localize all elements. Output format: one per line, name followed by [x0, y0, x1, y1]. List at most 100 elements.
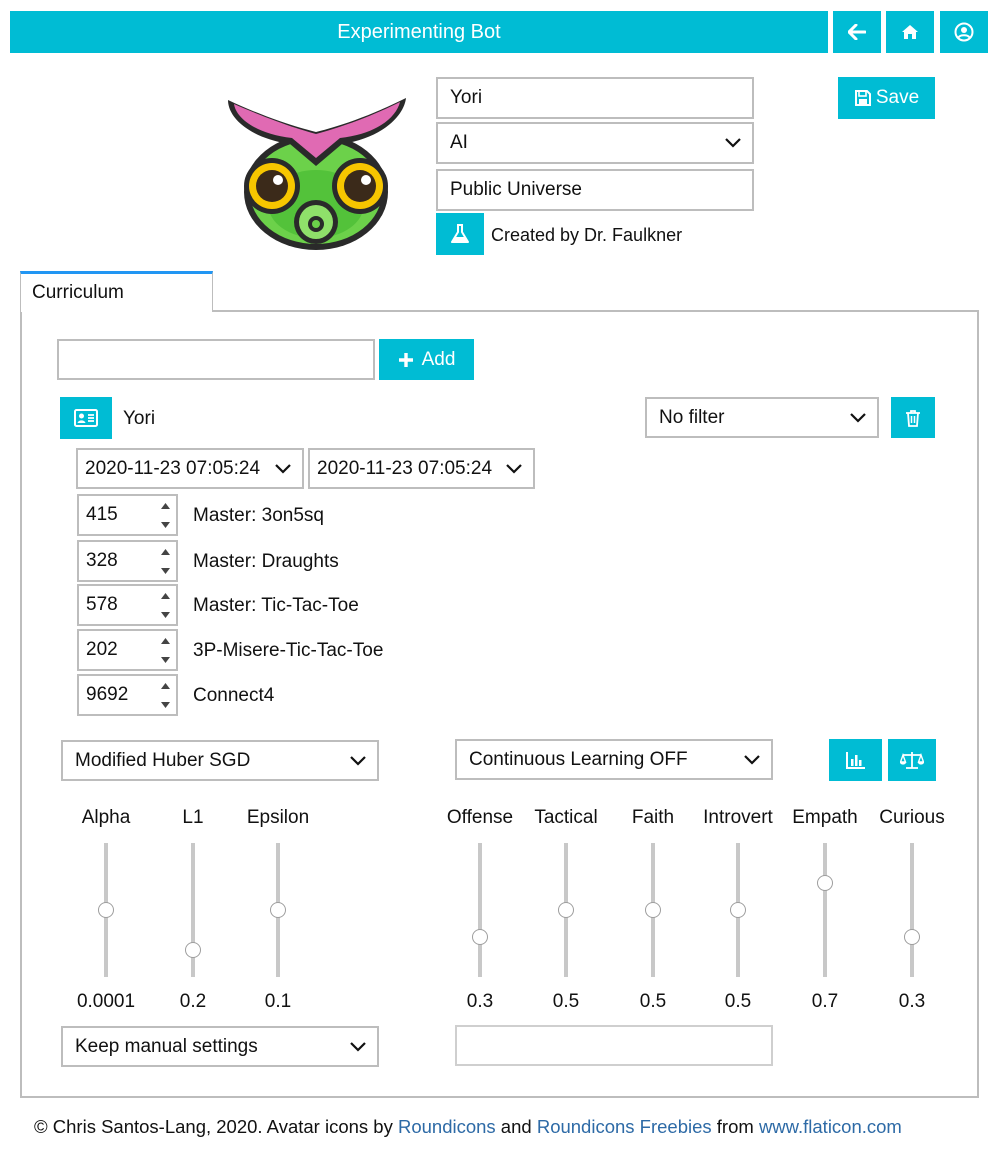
filter-select[interactable]: No filter	[645, 397, 879, 438]
stepper-down-icon[interactable]	[154, 515, 176, 534]
alpha-slider-handle[interactable]	[98, 902, 114, 918]
app-title-bar: Experimenting Bot	[10, 11, 828, 53]
introvert-slider-value: 0.5	[724, 991, 752, 1012]
footer-prefix: © Chris Santos-Lang, 2020. Avatar icons …	[34, 1116, 398, 1137]
bot-type-select[interactable]: AI	[436, 122, 754, 164]
arrow-left-icon	[848, 24, 866, 40]
balance-scale-icon	[900, 752, 924, 769]
roundicons-link[interactable]: Roundicons	[398, 1116, 496, 1137]
stepper-down-icon[interactable]	[154, 695, 176, 714]
introvert-slider-handle[interactable]	[730, 902, 746, 918]
bot-avatar	[222, 86, 412, 252]
date-to-select[interactable]: 2020-11-23 07:05:24	[308, 448, 535, 489]
plus-icon	[398, 352, 413, 367]
tab-curriculum-label: Curriculum	[32, 282, 124, 303]
bot-name-value: Yori	[450, 87, 483, 108]
date-from-select[interactable]: 2020-11-23 07:05:24	[76, 448, 304, 489]
tactical-slider-label: Tactical	[534, 807, 598, 828]
bot-card-button[interactable]	[60, 397, 112, 439]
stepper-down-icon[interactable]	[154, 650, 176, 669]
save-button[interactable]: Save	[838, 77, 935, 119]
offense-slider-handle[interactable]	[472, 928, 488, 945]
curious-slider-value: 0.3	[898, 991, 926, 1012]
stepper-down-icon[interactable]	[154, 605, 176, 624]
chevron-down-icon	[849, 409, 867, 427]
tactical-slider-handle[interactable]	[558, 902, 574, 918]
universe-value: Public Universe	[450, 179, 582, 200]
game-label: Connect4	[193, 685, 275, 706]
game-score-stepper[interactable]: 9692	[77, 674, 178, 716]
chevron-down-icon	[743, 751, 761, 769]
flaticon-link[interactable]: www.flaticon.com	[759, 1116, 902, 1137]
bot-name-field[interactable]: Yori	[436, 77, 754, 119]
roundicons-freebies-link[interactable]: Roundicons Freebies	[537, 1116, 712, 1137]
game-score-stepper[interactable]: 202	[77, 629, 178, 671]
epsilon-slider-handle[interactable]	[270, 902, 286, 918]
add-button[interactable]: Add	[379, 339, 474, 380]
faith-slider-handle[interactable]	[645, 902, 661, 918]
tab-curriculum[interactable]: Curriculum	[20, 271, 213, 312]
add-game-input[interactable]	[57, 339, 375, 380]
empath-slider-value: 0.7	[811, 991, 839, 1012]
l1-slider-value: 0.2	[179, 991, 207, 1012]
curious-slider-label: Curious	[879, 807, 945, 828]
epsilon-slider-label: Epsilon	[246, 807, 310, 828]
stats-button[interactable]	[829, 739, 882, 781]
home-button[interactable]	[886, 11, 934, 53]
offense-slider-label: Offense	[446, 807, 514, 828]
stepper-up-icon[interactable]	[154, 496, 176, 515]
id-card-icon	[74, 409, 98, 427]
algorithm-select[interactable]: Modified Huber SGD	[61, 740, 379, 781]
curious-slider-track[interactable]	[910, 843, 914, 977]
game-score-value: 415	[86, 504, 118, 525]
settings-mode-select[interactable]: Keep manual settings	[61, 1026, 379, 1067]
account-button[interactable]	[940, 11, 988, 53]
stepper-up-icon[interactable]	[154, 631, 176, 650]
stepper-up-icon[interactable]	[154, 542, 176, 561]
game-label: Master: Tic-Tac-Toe	[193, 595, 359, 616]
game-score-stepper[interactable]: 415	[77, 494, 178, 536]
stepper-up-icon[interactable]	[154, 676, 176, 695]
stepper-down-icon[interactable]	[154, 561, 176, 580]
chevron-down-icon	[505, 460, 523, 478]
game-score-stepper[interactable]: 578	[77, 584, 178, 626]
stepper-up-icon[interactable]	[154, 586, 176, 605]
universe-field[interactable]: Public Universe	[436, 169, 754, 211]
filter-value: No filter	[659, 406, 725, 428]
faith-slider-value: 0.5	[639, 991, 667, 1012]
save-label: Save	[875, 87, 920, 108]
curriculum-bot-name: Yori	[123, 408, 156, 429]
game-score-value: 578	[86, 594, 118, 615]
balance-button[interactable]	[888, 739, 936, 781]
chevron-down-icon	[274, 460, 292, 478]
empath-slider-label: Empath	[792, 807, 858, 828]
offense-slider-value: 0.3	[466, 991, 494, 1012]
game-score-value: 202	[86, 639, 118, 660]
empath-slider-track[interactable]	[823, 843, 827, 977]
experiment-button[interactable]	[436, 213, 484, 255]
footer-credits: © Chris Santos-Lang, 2020. Avatar icons …	[34, 1116, 902, 1138]
date-to-value: 2020-11-23 07:05:24	[317, 457, 493, 479]
delete-button[interactable]	[891, 397, 935, 438]
introvert-slider-label: Introvert	[703, 807, 773, 828]
footer-from: from	[711, 1116, 759, 1137]
app-title: Experimenting Bot	[337, 20, 501, 43]
chevron-down-icon	[349, 1038, 367, 1056]
tactical-slider-value: 0.5	[552, 991, 580, 1012]
back-button[interactable]	[833, 11, 881, 53]
offense-slider-track[interactable]	[478, 843, 482, 977]
learning-mode-select[interactable]: Continuous Learning OFF	[455, 739, 773, 780]
game-score-value: 328	[86, 550, 118, 571]
bot-type-value: AI	[450, 132, 468, 153]
epsilon-slider-value: 0.1	[264, 991, 292, 1012]
notes-input[interactable]	[455, 1025, 773, 1066]
trash-icon	[906, 409, 920, 427]
alpha-slider-value: 0.0001	[76, 991, 136, 1012]
game-label: Master: Draughts	[193, 551, 339, 572]
settings-mode-value: Keep manual settings	[75, 1035, 258, 1057]
home-icon	[902, 25, 918, 39]
game-score-stepper[interactable]: 328	[77, 540, 178, 582]
game-label: 3P-Misere-Tic-Tac-Toe	[193, 640, 384, 661]
game-label: Master: 3on5sq	[193, 505, 324, 526]
curious-slider-handle[interactable]	[904, 928, 920, 945]
